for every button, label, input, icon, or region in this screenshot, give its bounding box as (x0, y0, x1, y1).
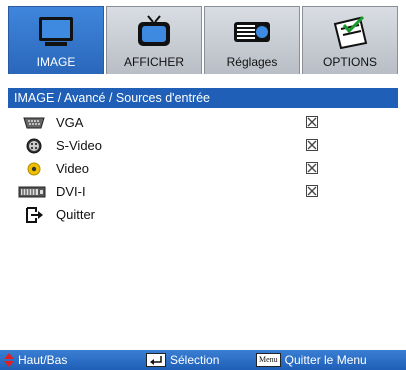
list-item-quitter[interactable]: Quitter (8, 204, 398, 227)
list-item-vga[interactable]: VGA (8, 112, 398, 135)
tab-reglages[interactable]: Réglages (204, 6, 300, 74)
checkbox-checked[interactable] (306, 139, 318, 151)
dvi-port-icon (18, 186, 46, 198)
tab-label: AFFICHER (124, 55, 184, 69)
exit-icon (26, 207, 43, 223)
svideo-port-icon (26, 138, 42, 154)
osd-menu: IMAGE AFFICHER Réglages OPTIONS IMAGE / … (0, 0, 406, 370)
vga-port-icon (23, 117, 45, 129)
checkbox-checked[interactable] (306, 116, 318, 128)
checkbox-checked[interactable] (306, 185, 318, 197)
list-item-dvi[interactable]: DVI-I (8, 181, 398, 204)
list-item-label: Quitter (56, 207, 96, 222)
checkbox-checked[interactable] (306, 162, 318, 174)
select-hint-label: Sélection (170, 353, 220, 367)
list-item-label: VGA (56, 115, 84, 130)
menu-tabs: IMAGE AFFICHER Réglages OPTIONS (8, 6, 398, 74)
select-hint: Sélection (146, 350, 219, 370)
list-item-label: S-Video (56, 138, 103, 153)
enter-key-icon (146, 353, 166, 367)
navigate-hint-label: Haut/Bas (18, 353, 68, 367)
breadcrumb: IMAGE / Avancé / Sources d'entrée (8, 88, 398, 108)
menu-hint: Menu Quitter le Menu (256, 350, 367, 370)
tab-label: OPTIONS (322, 55, 377, 69)
navigate-hint: Haut/Bas (4, 350, 67, 370)
checklist-icon (333, 15, 368, 49)
monitor-icon (39, 17, 73, 46)
tab-afficher[interactable]: AFFICHER (106, 6, 202, 74)
list-item-video[interactable]: Video (8, 158, 398, 181)
menu-key-icon: Menu (256, 353, 281, 367)
tv-icon (138, 15, 170, 46)
tab-options[interactable]: OPTIONS (302, 6, 398, 74)
statusbar: Haut/Bas Sélection Menu Quitter le Menu (0, 350, 406, 370)
tab-image[interactable]: IMAGE (8, 6, 104, 74)
list-item-label: DVI-I (56, 184, 86, 199)
input-source-list: VGA S-Video Video DVI-I Quitter (8, 112, 398, 227)
projector-icon (234, 22, 270, 42)
list-item-svideo[interactable]: S-Video (8, 135, 398, 158)
menu-hint-label: Quitter le Menu (284, 353, 367, 367)
up-down-arrow-icon (4, 353, 14, 367)
video-port-icon (27, 162, 41, 176)
list-item-label: Video (56, 161, 90, 176)
tab-label: IMAGE (36, 55, 76, 69)
tab-label: Réglages (226, 55, 278, 69)
